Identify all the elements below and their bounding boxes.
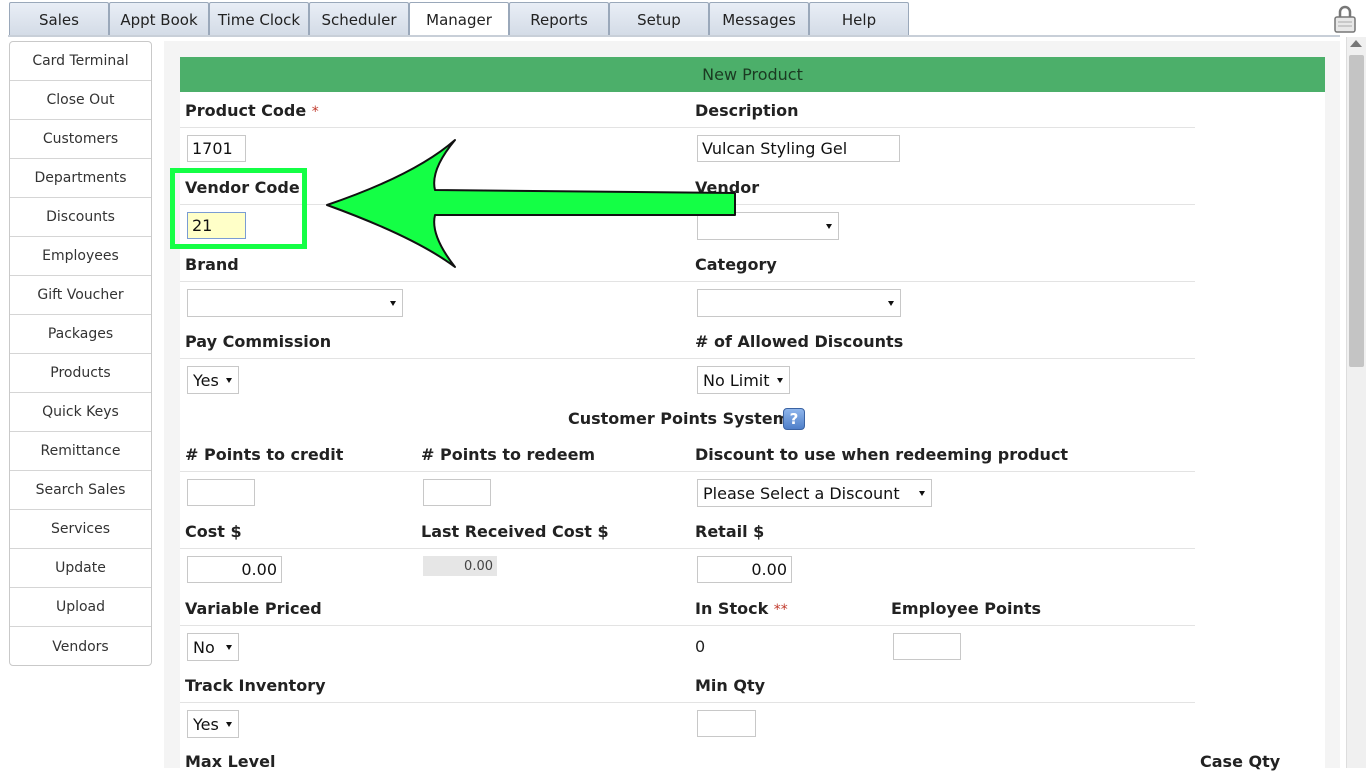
sidebar-item-services[interactable]: Services (10, 510, 151, 549)
tab-messages[interactable]: Messages (709, 2, 809, 36)
tab-scheduler[interactable]: Scheduler (309, 2, 409, 36)
tab-sales[interactable]: Sales (9, 2, 109, 36)
manager-sidebar: Card Terminal Close Out Customers Depart… (9, 41, 152, 666)
in-stock-value: 0 (695, 637, 706, 656)
help-icon[interactable]: ? (783, 408, 805, 430)
product-code-label: Product Code * (185, 101, 319, 120)
row-divider (180, 471, 1195, 472)
sidebar-item-remittance[interactable]: Remittance (10, 432, 151, 471)
sidebar-item-discounts[interactable]: Discounts (10, 198, 151, 237)
min-qty-input[interactable] (697, 710, 756, 737)
row-divider (180, 127, 1195, 128)
brand-label: Brand (185, 255, 239, 274)
allowed-discounts-label: # of Allowed Discounts (695, 332, 904, 351)
tab-divider (8, 35, 1340, 37)
row-divider (180, 702, 1195, 703)
required-marker: * (311, 104, 319, 120)
dropdown-caret-icon (226, 722, 232, 727)
pay-commission-label: Pay Commission (185, 332, 332, 351)
row-divider (180, 625, 1195, 626)
row-divider (180, 548, 1195, 549)
points-redeem-input[interactable] (423, 479, 491, 506)
cost-label: Cost $ (185, 522, 242, 541)
employee-points-label: Employee Points (891, 599, 1041, 618)
tab-appt-book[interactable]: Appt Book (109, 2, 209, 36)
sidebar-item-packages[interactable]: Packages (10, 315, 151, 354)
last-received-cost-value: 0.00 (423, 556, 497, 576)
points-section-title: Customer Points System (568, 409, 790, 428)
retail-input[interactable]: 0.00 (697, 556, 792, 583)
sidebar-item-departments[interactable]: Departments (10, 159, 151, 198)
dropdown-caret-icon (919, 491, 925, 496)
description-label: Description (695, 101, 799, 120)
redeem-discount-label: Discount to use when redeeming product (695, 445, 1069, 464)
tab-help[interactable]: Help (809, 2, 909, 36)
scrollbar-thumb[interactable] (1349, 55, 1364, 367)
case-qty-label: Case Qty (1200, 752, 1281, 771)
lock-icon[interactable] (1332, 4, 1358, 34)
row-divider (180, 358, 1195, 359)
variable-priced-label: Variable Priced (185, 599, 322, 618)
redeem-discount-select[interactable]: Please Select a Discount (697, 479, 932, 507)
cost-input[interactable]: 0.00 (187, 556, 282, 583)
dropdown-caret-icon (390, 301, 396, 306)
sidebar-item-quick-keys[interactable]: Quick Keys (10, 393, 151, 432)
sidebar-item-customers[interactable]: Customers (10, 120, 151, 159)
track-inventory-label: Track Inventory (185, 676, 326, 695)
dropdown-caret-icon (226, 378, 232, 383)
last-received-cost-label: Last Received Cost $ (421, 522, 609, 541)
scroll-up-arrow-icon[interactable] (1350, 40, 1362, 47)
dropdown-caret-icon (226, 645, 232, 650)
dropdown-caret-icon (826, 224, 832, 229)
sidebar-item-search-sales[interactable]: Search Sales (10, 471, 151, 510)
form-title: New Product (180, 57, 1325, 92)
top-tab-bar: Sales Appt Book Time Clock Scheduler Man… (0, 0, 1366, 37)
sidebar-item-products[interactable]: Products (10, 354, 151, 393)
sidebar-item-gift-voucher[interactable]: Gift Voucher (10, 276, 151, 315)
retail-label: Retail $ (695, 522, 765, 541)
allowed-discounts-select[interactable]: No Limit (697, 366, 790, 394)
sidebar-item-close-out[interactable]: Close Out (10, 81, 151, 120)
max-level-label: Max Level (185, 752, 276, 771)
points-redeem-label: # Points to redeem (421, 445, 596, 464)
sidebar-item-vendors[interactable]: Vendors (10, 627, 151, 666)
dropdown-caret-icon (777, 378, 783, 383)
product-code-input[interactable]: 1701 (187, 135, 246, 162)
dropdown-caret-icon (888, 301, 894, 306)
required-marker: ** (773, 602, 788, 618)
sidebar-item-upload[interactable]: Upload (10, 588, 151, 627)
annotation-arrow-icon (326, 139, 736, 268)
employee-points-input[interactable] (893, 633, 961, 660)
points-credit-label: # Points to credit (185, 445, 344, 464)
vendor-code-highlight-box (170, 168, 307, 249)
row-divider (180, 281, 1195, 282)
min-qty-label: Min Qty (695, 676, 766, 695)
tab-time-clock[interactable]: Time Clock (209, 2, 309, 36)
sidebar-item-employees[interactable]: Employees (10, 237, 151, 276)
in-stock-label: In Stock ** (695, 599, 788, 618)
sidebar-item-update[interactable]: Update (10, 549, 151, 588)
variable-priced-select[interactable]: No (187, 633, 239, 661)
category-select[interactable] (697, 289, 901, 317)
brand-select[interactable] (187, 289, 403, 317)
tab-setup[interactable]: Setup (609, 2, 709, 36)
tab-manager[interactable]: Manager (409, 2, 509, 37)
track-inventory-select[interactable]: Yes (187, 710, 239, 738)
tab-reports[interactable]: Reports (509, 2, 609, 36)
sidebar-item-card-terminal[interactable]: Card Terminal (10, 42, 151, 81)
pay-commission-select[interactable]: Yes (187, 366, 239, 394)
points-credit-input[interactable] (187, 479, 255, 506)
